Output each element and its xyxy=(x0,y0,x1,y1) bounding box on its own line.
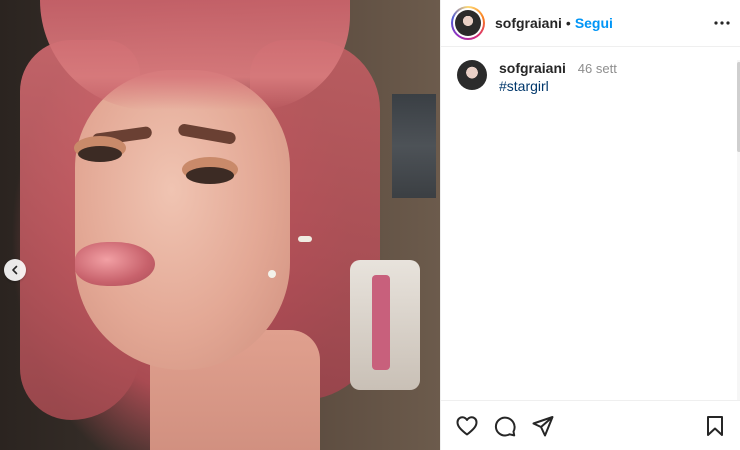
post-photo[interactable] xyxy=(0,0,440,450)
action-bar xyxy=(441,400,740,450)
header-username[interactable]: sofgraiani xyxy=(495,15,562,31)
caption-comment: sofgraiani 46 sett #stargirl xyxy=(441,47,740,94)
photo-face xyxy=(75,70,290,370)
caption-avatar[interactable] xyxy=(457,60,487,90)
photo-background-pink-garment xyxy=(372,275,390,370)
photo-background-poster xyxy=(392,94,436,198)
photo-eye-right xyxy=(186,167,234,184)
post-details-panel: sofgraiani • Segui sofgraiani 46 sett #s… xyxy=(440,0,740,450)
caption-timestamp[interactable]: 46 sett xyxy=(578,61,617,76)
caption-username[interactable]: sofgraiani xyxy=(499,60,566,76)
photo-earring xyxy=(268,270,276,278)
post-header: sofgraiani • Segui xyxy=(441,0,740,47)
avatar xyxy=(455,10,481,36)
photo-eye-left xyxy=(78,146,122,162)
follow-button[interactable]: Segui xyxy=(575,15,613,31)
save-button[interactable] xyxy=(701,412,729,440)
share-button[interactable] xyxy=(529,412,557,440)
bookmark-icon xyxy=(703,414,727,438)
photo-lips xyxy=(75,242,155,286)
photo-ear-cuff xyxy=(298,236,312,242)
carousel-prev-button[interactable] xyxy=(4,259,26,281)
header-separator: • xyxy=(565,15,571,31)
heart-icon xyxy=(455,414,479,438)
caption-body: sofgraiani 46 sett #stargirl xyxy=(499,60,617,94)
comment-bubble-icon xyxy=(493,414,517,438)
more-options-icon[interactable] xyxy=(713,14,731,32)
comment-button[interactable] xyxy=(491,412,519,440)
story-ring[interactable] xyxy=(451,6,485,40)
avatar-frame xyxy=(453,8,483,38)
caption-hashtag[interactable]: #stargirl xyxy=(499,78,617,94)
chevron-left-icon xyxy=(10,265,20,275)
like-button[interactable] xyxy=(453,412,481,440)
paper-plane-icon xyxy=(531,414,555,438)
